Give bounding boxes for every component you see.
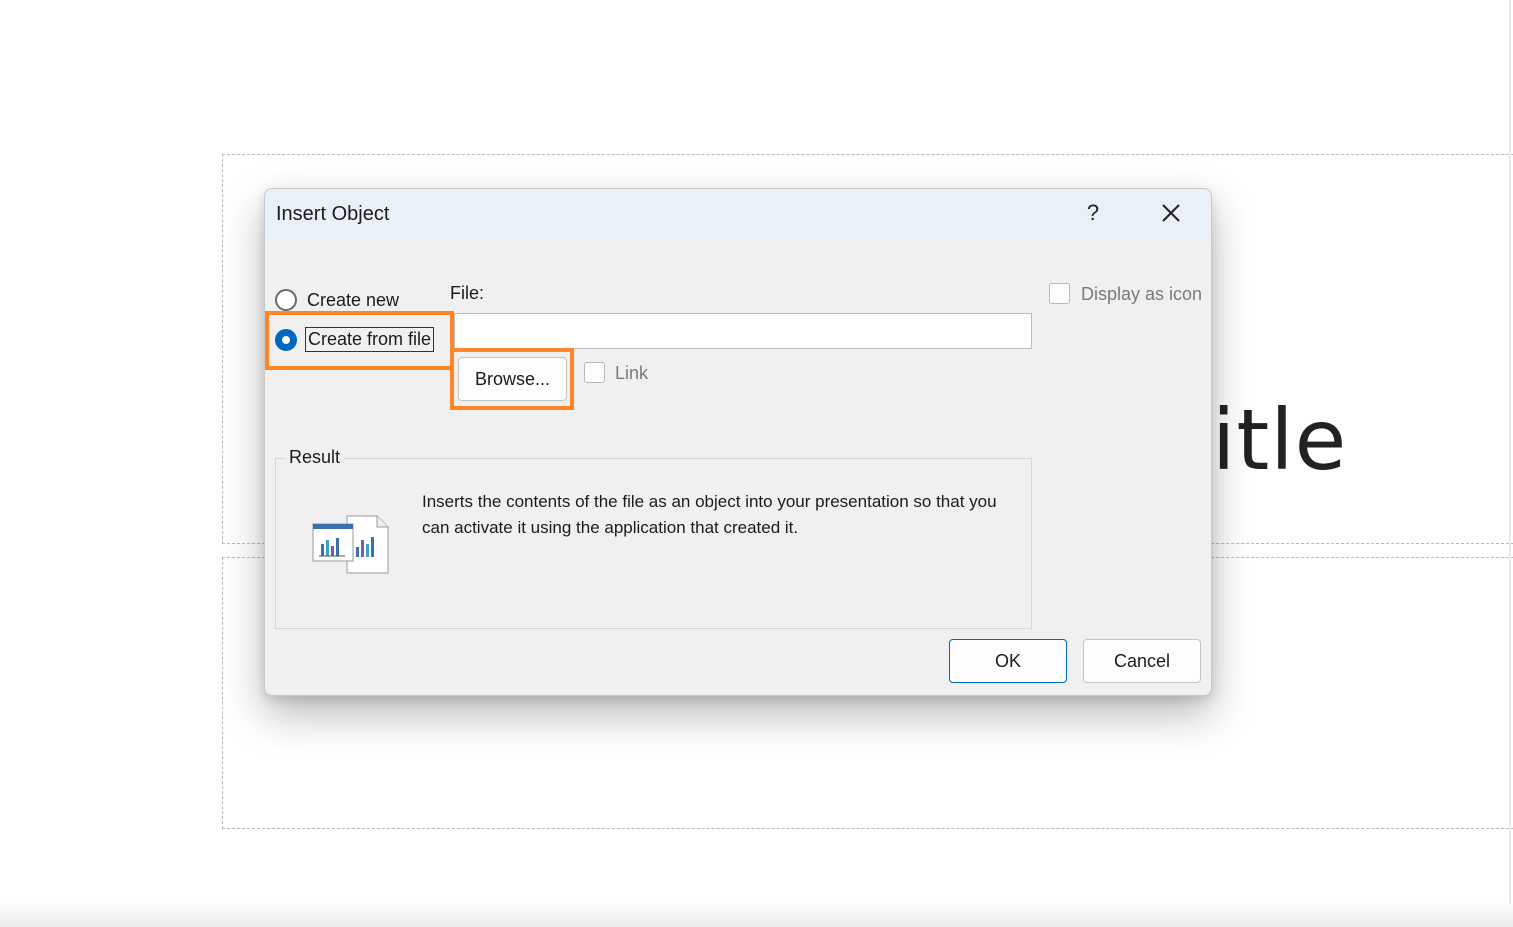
close-button[interactable] — [1157, 199, 1185, 227]
dialog-titlebar: Insert Object ? — [265, 189, 1211, 237]
file-label: File: — [450, 283, 485, 303]
link-label[interactable]: Link — [615, 363, 648, 384]
display-as-icon-checkbox[interactable] — [1049, 283, 1070, 304]
create-new-label[interactable]: Create new — [307, 290, 399, 311]
cancel-button[interactable]: Cancel — [1083, 639, 1201, 683]
display-as-icon-label[interactable]: Display as icon — [1081, 284, 1202, 305]
browse-button-highlight — [450, 348, 574, 410]
create-new-radio[interactable] — [275, 289, 297, 311]
insert-object-dialog: Insert Object ? Create new Create from f… — [264, 188, 1212, 696]
slide-bottom-edge — [0, 903, 1513, 927]
help-button[interactable]: ? — [1080, 199, 1106, 227]
file-path-input[interactable] — [454, 313, 1032, 349]
ok-button[interactable]: OK — [949, 639, 1067, 683]
close-icon — [1162, 204, 1180, 222]
title-placeholder-text: itle — [1212, 391, 1348, 489]
embedded-object-icon — [311, 513, 391, 575]
link-checkbox[interactable] — [584, 362, 605, 383]
result-description: Inserts the contents of the file as an o… — [422, 492, 997, 537]
create-from-file-highlight — [265, 311, 454, 370]
dialog-title: Insert Object — [276, 203, 390, 225]
result-title: Result — [285, 447, 345, 468]
